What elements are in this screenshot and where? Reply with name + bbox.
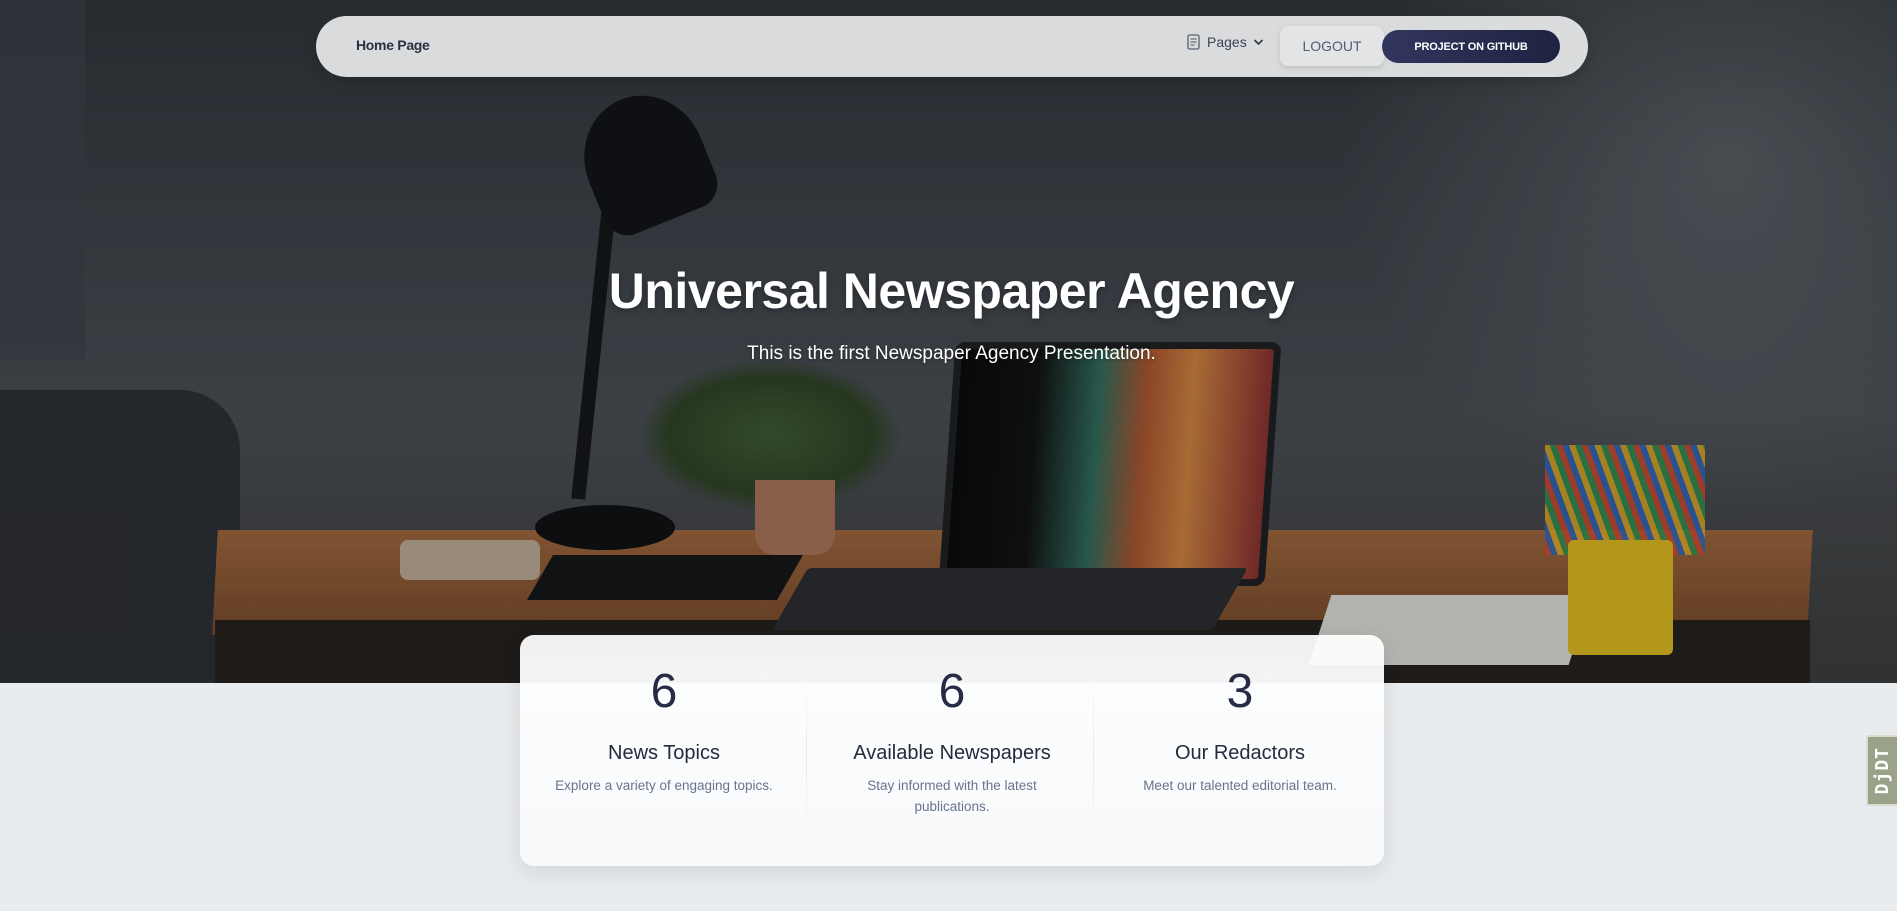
stat-divider <box>1093 675 1094 835</box>
stat-our-redactors: 3 Our Redactors Meet our talented editor… <box>1096 635 1384 866</box>
stat-description: Stay informed with the latest publicatio… <box>867 778 1037 814</box>
hero-subtitle: This is the first Newspaper Agency Prese… <box>747 343 1156 364</box>
hero-section: Universal Newspaper Agency This is the f… <box>0 0 1897 683</box>
hero-overlay <box>0 0 1897 683</box>
stat-label: News Topics <box>608 742 720 764</box>
stats-card: 6 News Topics Explore a variety of engag… <box>520 635 1384 866</box>
nav-pages-dropdown[interactable]: Pages <box>1186 34 1264 50</box>
stat-value: 6 <box>938 665 966 718</box>
stat-divider <box>806 675 807 835</box>
logout-button[interactable]: LOGOUT <box>1280 26 1384 66</box>
nav-home-link[interactable]: Home Page <box>356 37 430 53</box>
hero-title: Universal Newspaper Agency <box>608 263 1295 319</box>
stat-news-topics: 6 News Topics Explore a variety of engag… <box>520 635 808 866</box>
nav-pages-label: Pages <box>1207 34 1247 50</box>
debug-toolbar-label: DjDT <box>1872 746 1893 795</box>
github-button[interactable]: PROJECT ON GITHUB <box>1382 30 1560 63</box>
stat-description: Meet our talented editorial team. <box>1143 778 1337 793</box>
stat-label: Our Redactors <box>1174 742 1306 764</box>
stat-value: 3 <box>1226 665 1254 718</box>
stat-label: Available Newspapers <box>853 742 1051 764</box>
stat-description: Explore a variety of engaging topics. <box>555 778 773 793</box>
stat-available-newspapers: 6 Available Newspapers Stay informed wit… <box>808 635 1096 866</box>
chevron-down-icon <box>1253 38 1264 46</box>
debug-toolbar-handle[interactable]: DjDT <box>1866 735 1897 806</box>
stat-value: 6 <box>650 665 678 718</box>
document-icon <box>1186 34 1201 50</box>
navbar: Home Page Pages LOGOUT PROJECT ON GITHUB <box>316 16 1588 77</box>
